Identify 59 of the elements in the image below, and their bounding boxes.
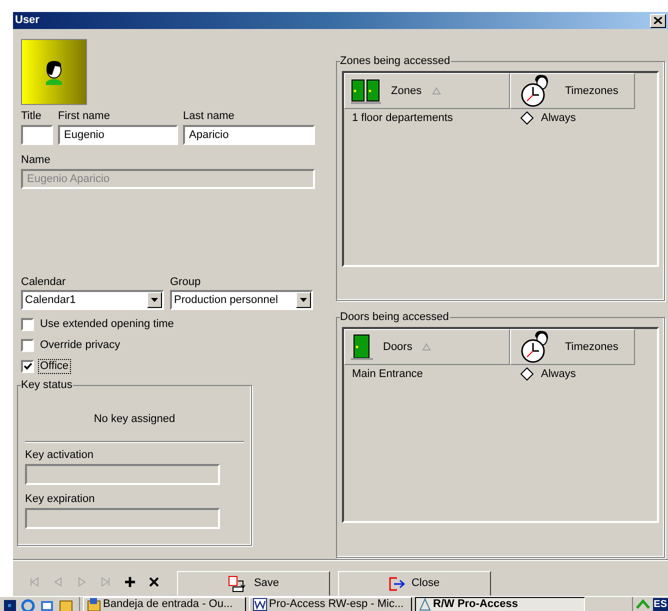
- delete-button[interactable]: [149, 577, 159, 587]
- language-indicator[interactable]: ES: [652, 598, 668, 611]
- column-header[interactable]: Timezones: [510, 329, 635, 365]
- field-label: Key activation: [25, 449, 94, 462]
- table-cell-text: 1 floor departements: [351, 110, 454, 126]
- sort-ascending-icon: [422, 343, 432, 351]
- checkbox-label[interactable]: Office: [39, 360, 70, 373]
- checkbox[interactable]: [21, 318, 34, 331]
- add-button[interactable]: [125, 577, 135, 587]
- column-header[interactable]: Doors: [344, 329, 510, 365]
- key-status-message: No key assigned: [94, 413, 176, 426]
- table-cell-text: Main Entrance: [351, 366, 424, 382]
- column-header[interactable]: Timezones: [510, 73, 635, 109]
- column-header[interactable]: Zones: [344, 73, 510, 109]
- plus-icon: [125, 577, 135, 587]
- field-label: Title: [21, 110, 42, 123]
- close-button[interactable]: [650, 14, 666, 28]
- window-title: User: [15, 13, 40, 28]
- table-cell-text: Always: [541, 110, 576, 126]
- dropdown[interactable]: Calendar1: [21, 290, 164, 310]
- field-label: Group: [170, 276, 202, 289]
- door-icon: [351, 334, 373, 360]
- checkbox-label[interactable]: Override privacy: [39, 339, 122, 352]
- text-field[interactable]: Aparicio: [183, 125, 315, 145]
- group-legend: Zones being accessed: [340, 55, 452, 68]
- sort-ascending-icon: [432, 87, 441, 95]
- field-label: Key expiration: [25, 493, 96, 506]
- delete-icon: [149, 577, 159, 587]
- checkbox[interactable]: [21, 360, 34, 373]
- inbox-icon: [87, 598, 101, 611]
- document-arrow-icon: [228, 576, 248, 592]
- folder-icon: [59, 599, 73, 611]
- desktop-icon: [4, 600, 16, 611]
- browser-icon: [21, 599, 35, 611]
- close-button[interactable]: Close: [338, 571, 491, 596]
- double-door-icon: [351, 78, 381, 104]
- field-label: First name: [58, 110, 111, 123]
- field-label: Name: [21, 154, 52, 167]
- taskbar-button[interactable]: Pro-Access RW-esp - Mic...: [249, 597, 412, 611]
- network-icon: [634, 598, 651, 611]
- table-cell-text: Always: [541, 366, 576, 382]
- text-field[interactable]: Eugenio: [58, 125, 178, 145]
- triangle-icon: [419, 598, 431, 611]
- save-button[interactable]: Save: [177, 571, 330, 596]
- field-label: Calendar: [21, 276, 67, 289]
- exit-arrow-icon: [389, 576, 406, 590]
- group-legend: Doors being accessed: [340, 311, 450, 324]
- text-field[interactable]: [21, 125, 53, 145]
- taskbar-button[interactable]: R/W Pro-Access: [415, 597, 585, 611]
- taskbar-button[interactable]: Bandeja de entrada - Ou...: [83, 597, 246, 611]
- dropdown[interactable]: Production personnel: [170, 290, 313, 310]
- close-icon: [654, 17, 662, 24]
- checkbox[interactable]: [21, 339, 34, 352]
- diamond-icon: [520, 367, 534, 381]
- diamond-icon: [520, 111, 534, 125]
- field-label: Last name: [183, 110, 236, 123]
- checkbox-label[interactable]: Use extended opening time: [39, 318, 175, 331]
- person-icon: [43, 59, 65, 85]
- group-legend: Key status: [21, 379, 74, 392]
